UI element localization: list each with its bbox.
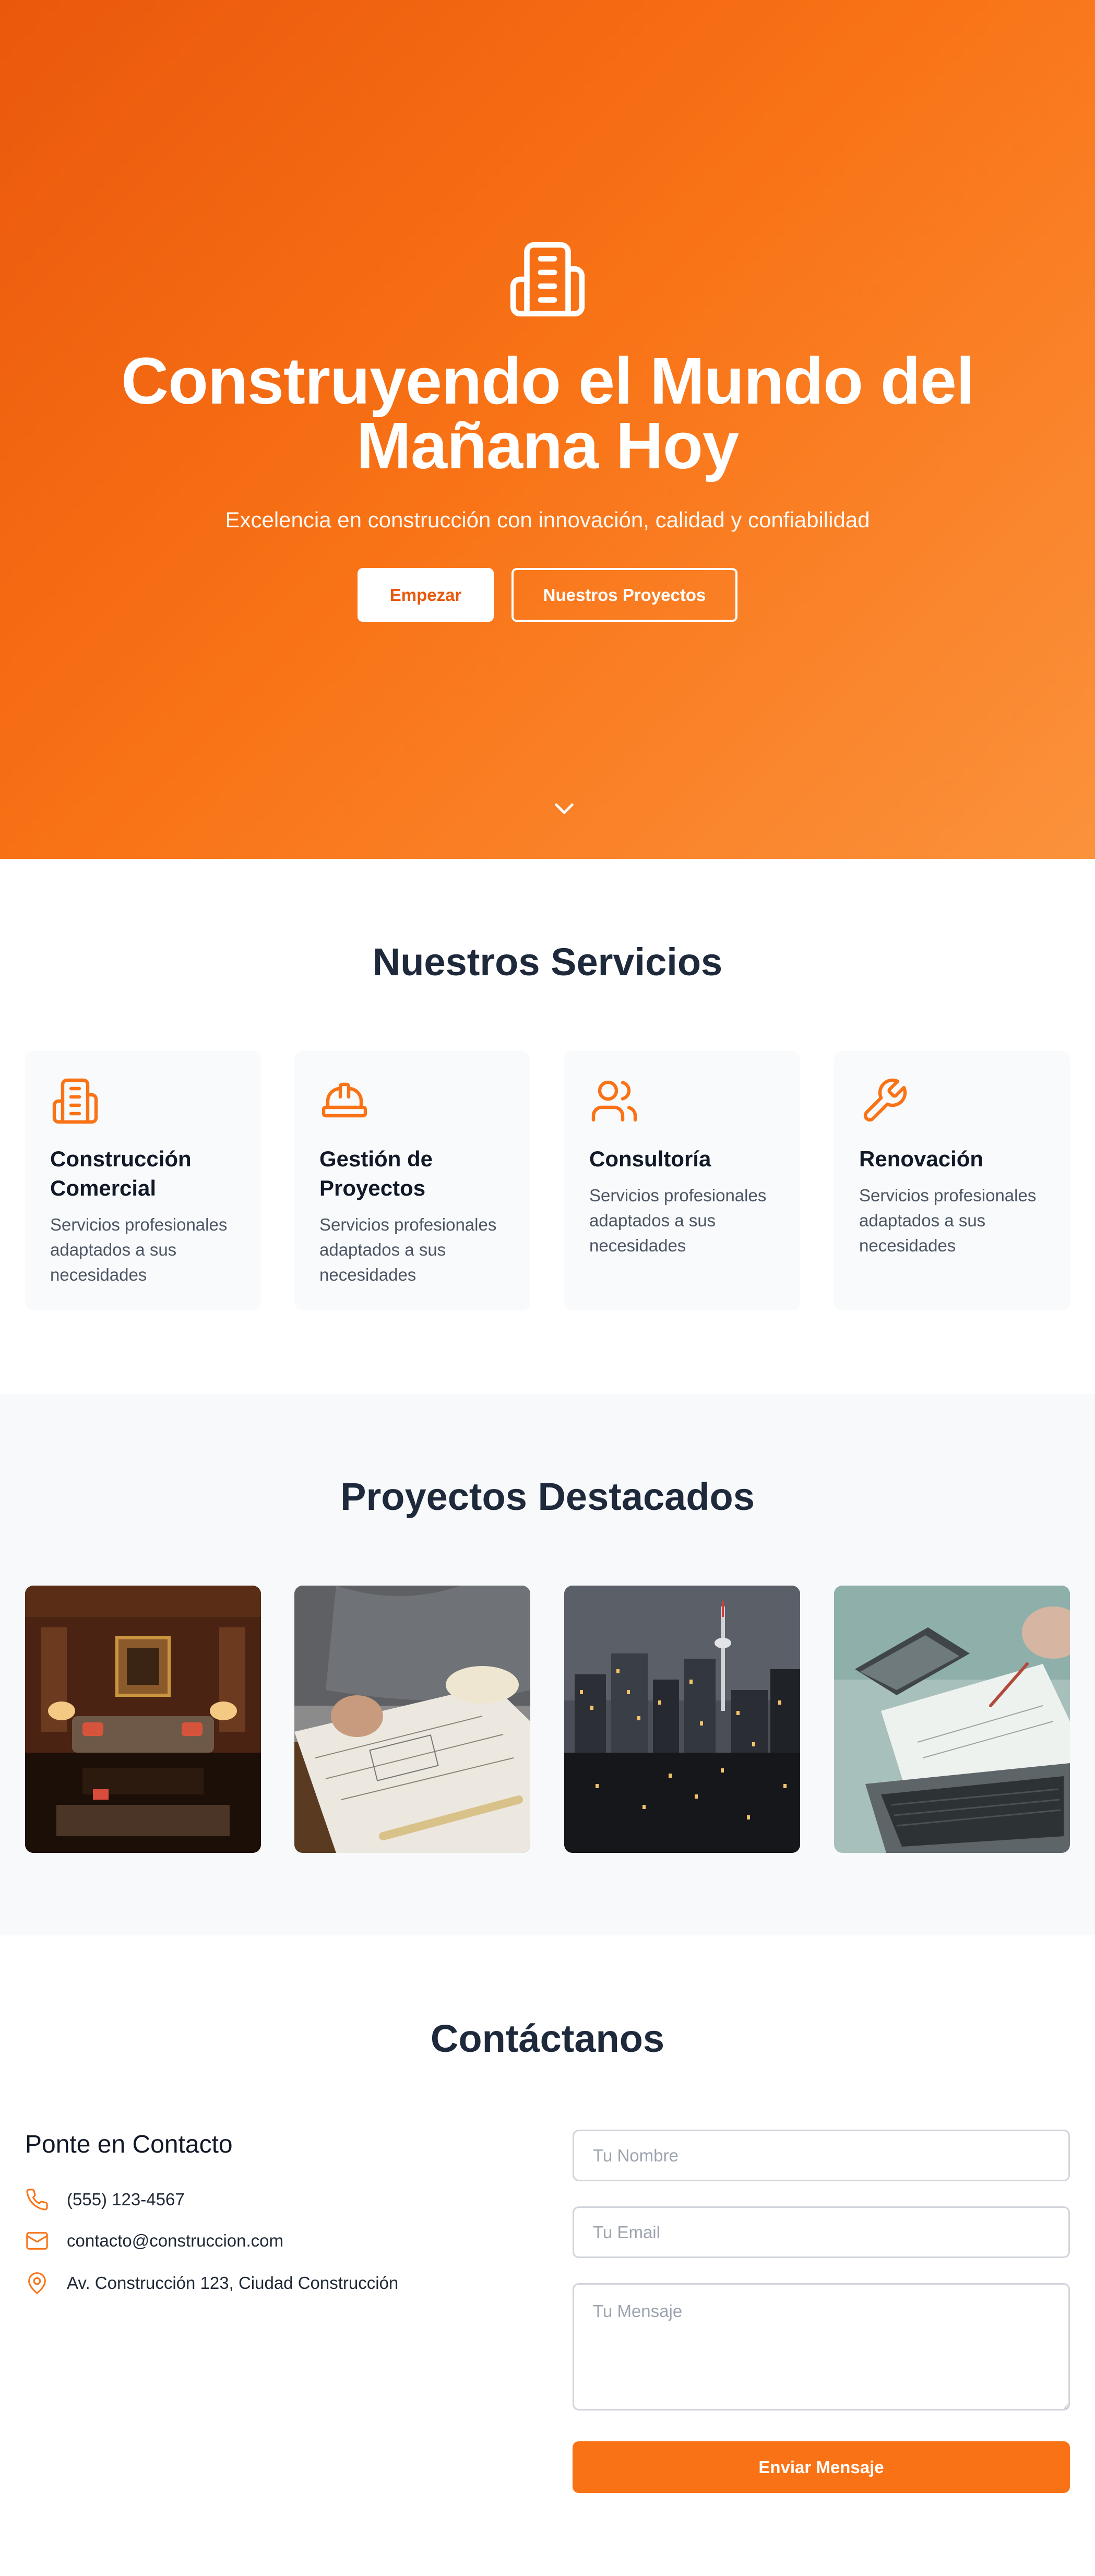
service-desc-line: Servicios profesionales: [319, 1215, 497, 1234]
message-textarea[interactable]: [573, 2283, 1070, 2410]
building-icon: [510, 242, 585, 317]
service-desc-line: necesidades: [589, 1236, 686, 1255]
hero-subtitle: Excelencia en construcción con innovació…: [225, 507, 870, 532]
service-card-consulting[interactable]: Consultoría Servicios profesionales adap…: [564, 1051, 800, 1310]
service-desc-line: necesidades: [319, 1265, 416, 1284]
services-title: Nuestros Servicios: [372, 940, 723, 984]
service-desc-line: adaptados a sus: [589, 1211, 716, 1230]
contact-email-text: contacto@construccion.com: [67, 2231, 284, 2250]
project-image-blueprint[interactable]: [294, 1586, 530, 1853]
building-icon: [52, 1078, 98, 1124]
service-card-commercial[interactable]: Construcción Comercial Servicios profesi…: [25, 1051, 261, 1310]
hero-title-line-1: Construyendo el Mundo del: [121, 344, 974, 418]
city-skyline-night-photo: [564, 1586, 800, 1853]
service-desc-line: Servicios profesionales: [859, 1186, 1037, 1205]
service-desc-line: adaptados a sus: [50, 1240, 177, 1259]
projects-title: Proyectos Destacados: [340, 1475, 755, 1518]
send-message-button[interactable]: Enviar Mensaje: [573, 2441, 1070, 2493]
service-card-title: Renovación: [859, 1147, 984, 1171]
service-title-line-1: Construcción: [50, 1147, 192, 1171]
service-desc-line: necesidades: [859, 1236, 956, 1255]
our-projects-button[interactable]: Nuestros Proyectos: [511, 568, 737, 622]
service-card-description: Servicios profesionales adaptados a sus …: [589, 1183, 775, 1258]
laptop-paperwork-photo: [834, 1586, 1070, 1853]
contact-email: contacto@construccion.com: [25, 2228, 283, 2254]
wrench-icon: [863, 1078, 907, 1122]
users-icon: [591, 1080, 637, 1122]
service-card-project-management[interactable]: Gestión de Proyectos Servicios profesion…: [294, 1051, 530, 1310]
phone-icon: [26, 2189, 48, 2211]
contact-address-text: Av. Construcción 123, Ciudad Construcció…: [67, 2273, 399, 2293]
contact-title: Contáctanos: [430, 2017, 665, 2060]
service-desc-line: Servicios profesionales: [50, 1215, 228, 1234]
service-card-title: Consultoría: [589, 1147, 711, 1171]
contact-info-heading: Ponte en Contacto: [25, 2131, 233, 2158]
service-title-line-2: Comercial: [50, 1176, 157, 1200]
contact-phone: (555) 123-4567: [25, 2187, 185, 2213]
service-desc-line: adaptados a sus: [859, 1211, 986, 1230]
hero-title: Construyendo el Mundo del Mañana Hoy: [0, 348, 1095, 479]
project-image-laptop-paperwork[interactable]: [834, 1586, 1070, 1853]
service-desc-line: necesidades: [50, 1265, 147, 1284]
project-image-city-skyline[interactable]: [564, 1586, 800, 1853]
interior-lounge-photo: [25, 1586, 261, 1853]
hero-title-line-2: Mañana Hoy: [356, 409, 739, 482]
service-card-renovation[interactable]: Renovación Servicios profesionales adapt…: [834, 1051, 1070, 1310]
email-input[interactable]: [573, 2206, 1070, 2258]
chevron-down-icon[interactable]: [552, 799, 576, 819]
hard-hat-icon: [322, 1082, 367, 1118]
mail-icon: [26, 2232, 48, 2250]
contact-address: Av. Construcción 123, Ciudad Construcció…: [25, 2270, 398, 2296]
service-title-line-1: Gestión de: [319, 1147, 433, 1171]
service-title-line-2: Proyectos: [319, 1176, 426, 1200]
service-card-title: Construcción Comercial: [50, 1144, 236, 1203]
service-desc-line: Servicios profesionales: [589, 1186, 767, 1205]
service-card-description: Servicios profesionales adaptados a sus …: [50, 1212, 236, 1287]
service-card-description: Servicios profesionales adaptados a sus …: [859, 1183, 1045, 1258]
service-card-description: Servicios profesionales adaptados a sus …: [319, 1212, 505, 1287]
service-desc-line: adaptados a sus: [319, 1240, 446, 1259]
blueprint-drawing-photo: [294, 1586, 530, 1853]
map-pin-icon: [28, 2272, 46, 2294]
contact-phone-text: (555) 123-4567: [67, 2190, 185, 2209]
hero-section: Construyendo el Mundo del Mañana Hoy Exc…: [0, 0, 1095, 859]
project-image-interior-lounge[interactable]: [25, 1586, 261, 1853]
service-card-title: Gestión de Proyectos: [319, 1144, 505, 1203]
get-started-button[interactable]: Empezar: [358, 568, 494, 622]
name-input[interactable]: [573, 2130, 1070, 2181]
